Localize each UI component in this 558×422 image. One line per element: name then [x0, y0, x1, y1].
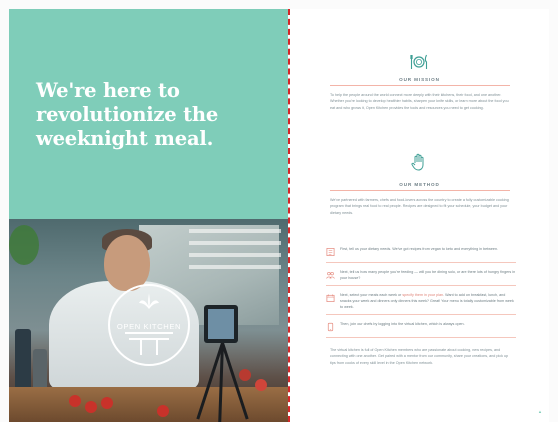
mission-title-rule — [330, 85, 510, 86]
group-icon — [326, 271, 335, 279]
closing-paragraph: The virtual kitchen is full of Open Kitc… — [330, 348, 509, 365]
logo-wordmark: OPEN KITCHEN — [116, 322, 182, 331]
page-corner-mark: ▲ — [538, 409, 542, 414]
hand-stop-icon — [411, 153, 424, 171]
step-3: Next, select your meals each week or spe… — [326, 292, 516, 316]
checklist-icon — [326, 248, 335, 256]
step-text: Then, join our chefs by logging into the… — [340, 322, 465, 326]
brochure-spread: We're here to revolutionize the weeknigh… — [9, 9, 549, 422]
left-page: We're here to revolutionize the weeknigh… — [9, 9, 288, 422]
hero-panel: We're here to revolutionize the weeknigh… — [9, 9, 288, 219]
right-page: OUR MISSION To help the people around th… — [290, 9, 549, 422]
method-title-rule — [330, 190, 510, 191]
plan-link[interactable]: specify them in your plan — [402, 293, 443, 297]
step-text: First, tell us your dietary needs. We've… — [340, 247, 499, 251]
step-4: Then, join our chefs by logging into the… — [326, 321, 516, 339]
calendar-icon — [326, 294, 335, 302]
mission-body: To help the people around the world conn… — [330, 93, 509, 110]
phone-icon — [327, 322, 334, 332]
method-body: We've partnered with farmers, chefs and … — [330, 198, 509, 215]
mission-title: OUR MISSION — [399, 77, 440, 82]
step-1: First, tell us your dietary needs. We've… — [326, 246, 516, 264]
method-title: OUR METHOD — [399, 182, 440, 187]
step-text: Next, select your meals each week or spe… — [340, 293, 514, 309]
step-text: Next, tell us how many people you're fee… — [340, 270, 516, 280]
headline: We're here to revolutionize the weeknigh… — [36, 79, 219, 150]
plate-fork-knife-icon — [410, 54, 428, 69]
step-2: Next, tell us how many people you're fee… — [326, 269, 516, 287]
